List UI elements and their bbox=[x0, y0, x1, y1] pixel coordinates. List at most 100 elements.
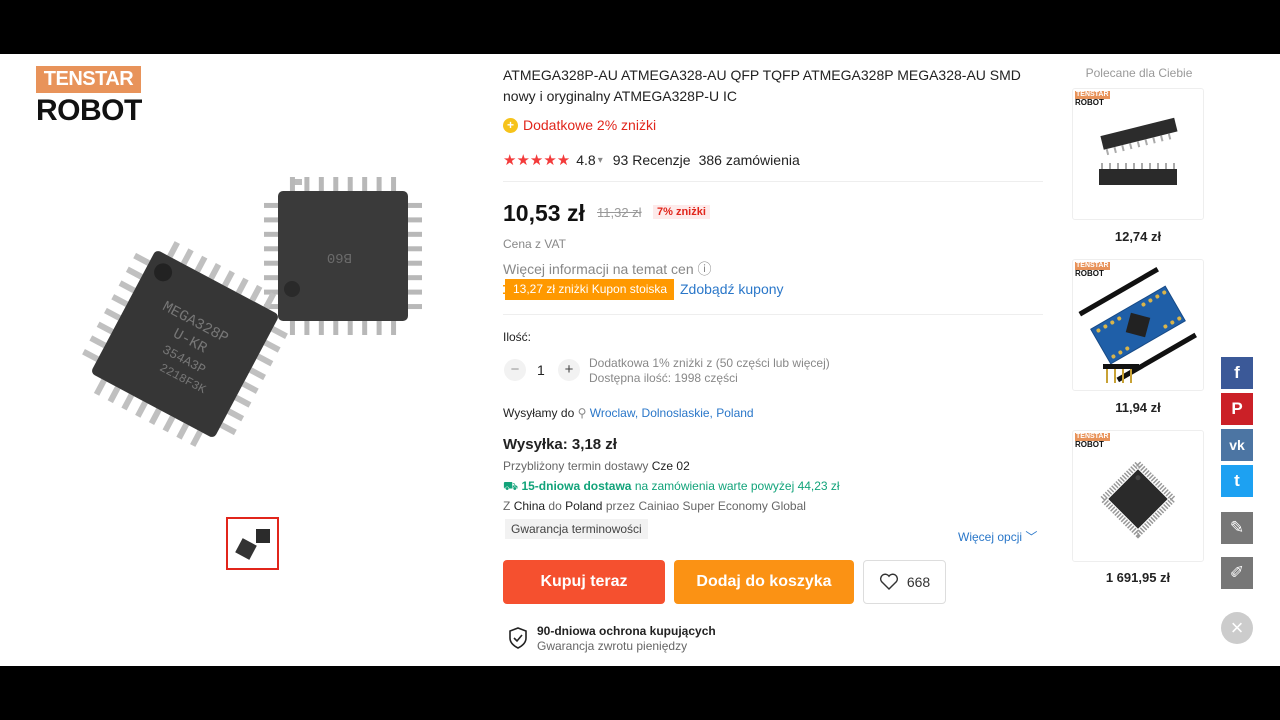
chip-back-mark: B60 bbox=[327, 249, 352, 265]
chip-pin bbox=[333, 321, 339, 335]
ship-to-label: Wysyłamy do bbox=[503, 406, 575, 420]
chevron-down-icon[interactable]: ▾ bbox=[598, 155, 603, 166]
quantity-info: Dodatkowa 1% zniżki z (50 części lub wię… bbox=[589, 356, 830, 386]
rating-score[interactable]: 4.8 bbox=[576, 152, 595, 168]
chip-pin bbox=[82, 349, 100, 362]
chip-pin bbox=[227, 408, 245, 422]
shipping-route: Z China do Poland przez Cainiao Super Ec… bbox=[503, 499, 806, 513]
divider bbox=[503, 181, 1043, 182]
chip-pin bbox=[194, 255, 208, 273]
logo-tenstar[interactable]: TENSTAR bbox=[36, 66, 141, 93]
chip-pin bbox=[180, 248, 194, 266]
chip-pin bbox=[408, 260, 422, 266]
store-coupon[interactable]: 13,27 zł zniżki Kupon stoiska bbox=[503, 279, 674, 300]
chip-pin bbox=[391, 321, 397, 335]
twitter-share-icon[interactable]: t bbox=[1221, 465, 1253, 497]
facebook-share-icon[interactable]: f bbox=[1221, 357, 1253, 389]
delivery-estimate: Przybliżony termin dostawy Cze 02 bbox=[503, 459, 690, 473]
plus-coin-icon: + bbox=[503, 117, 518, 133]
ship-location-link[interactable]: Wroclaw, Dolnoslaskie, Poland bbox=[590, 406, 754, 420]
price-info-link[interactable]: Więcej informacji na temat cen ⓘ bbox=[503, 259, 712, 279]
product-main-image[interactable]: B60 MEGA328P U-KR 354A3P 2218F3K bbox=[70, 109, 450, 449]
wishlist-button[interactable]: 668 bbox=[863, 560, 946, 604]
chip-pin bbox=[270, 326, 288, 339]
chip-pin bbox=[235, 277, 249, 295]
edit-icon[interactable]: ✎ bbox=[1221, 512, 1253, 544]
add-to-cart-button[interactable]: Dodaj do koszyka bbox=[674, 560, 854, 604]
chip-pin bbox=[121, 393, 135, 411]
close-icon[interactable]: × bbox=[1221, 612, 1253, 644]
chip-pin bbox=[96, 321, 114, 335]
rec-logo: TENSTAR ROBOT bbox=[1075, 433, 1110, 449]
chip-pin bbox=[249, 367, 266, 381]
chip-pin bbox=[408, 217, 422, 223]
thumbnail-1[interactable] bbox=[226, 517, 279, 570]
chip-pin bbox=[93, 378, 107, 396]
rec-image-qfp-chip bbox=[1098, 459, 1178, 539]
chip-pin bbox=[376, 321, 382, 335]
vat-note: Cena z VAT bbox=[503, 237, 566, 251]
chip-pin bbox=[264, 217, 278, 223]
shipping-cost: Wysyłka: 3,18 zł bbox=[503, 436, 617, 453]
more-options-link[interactable]: Więcej opcji ﹀ bbox=[958, 528, 1037, 545]
extra-discount[interactable]: + Dodatkowe 2% zniżki bbox=[503, 117, 656, 133]
pinterest-share-icon[interactable]: P bbox=[1221, 393, 1253, 425]
rec-image-dip-chips bbox=[1099, 117, 1178, 185]
chip-pin bbox=[289, 177, 295, 191]
chip-pin bbox=[408, 289, 422, 295]
heart-icon bbox=[879, 573, 898, 590]
recommended-price-2: 11,94 zł bbox=[1115, 400, 1161, 415]
get-coupons-link[interactable]: Zdobądź kupony bbox=[680, 279, 784, 300]
buy-now-button[interactable]: Kupuj teraz bbox=[503, 560, 665, 604]
ship-to: Wysyłamy do ⚲ Wroclaw, Dolnoslaskie, Pol… bbox=[503, 406, 754, 420]
recommended-item-1[interactable]: TENSTAR ROBOT bbox=[1072, 88, 1204, 220]
recommended-price-3: 1 691,95 zł bbox=[1105, 570, 1171, 585]
buyer-protection-title: 90-dniowa ochrona kupujących bbox=[537, 624, 716, 638]
product-page: TENSTAR ROBOT B60 MEGA328P U-KR 354A3P 2… bbox=[0, 54, 1280, 666]
product-title: ATMEGA328P-AU ATMEGA328-AU QFP TQFP ATME… bbox=[503, 67, 1021, 104]
guarantee-chip[interactable]: Gwarancja terminowości bbox=[505, 519, 648, 539]
chip-pin bbox=[256, 353, 274, 367]
chip-pin bbox=[148, 408, 162, 425]
chip-pin bbox=[162, 415, 176, 433]
chip-pin bbox=[264, 260, 278, 266]
recommended-item-2[interactable]: TENSTAR ROBOT bbox=[1072, 259, 1204, 391]
recommended-price-1: 12,74 zł bbox=[1114, 229, 1162, 244]
available-quantity: Dostępna ilość: 1998 części bbox=[589, 371, 738, 385]
bulk-discount-note: Dodatkowa 1% zniżki z (50 części lub wię… bbox=[589, 356, 830, 370]
chip-pin bbox=[408, 202, 422, 208]
route-from-label: Z bbox=[503, 499, 511, 513]
extra-discount-label: Dodatkowe 2% zniżki bbox=[523, 117, 657, 133]
quantity-decrease-button[interactable]: − bbox=[504, 359, 526, 381]
chip-pin bbox=[264, 275, 278, 281]
quantity-value[interactable]: 1 bbox=[537, 362, 545, 378]
chip-pin bbox=[304, 177, 310, 191]
chip-pin bbox=[133, 252, 151, 266]
shield-check-icon bbox=[509, 627, 527, 649]
chip-pin bbox=[362, 177, 368, 191]
route-destination: Poland bbox=[565, 499, 603, 513]
chip-pin bbox=[249, 284, 263, 302]
chip-pin bbox=[167, 241, 180, 259]
chip-pin bbox=[376, 177, 382, 191]
chip-pin bbox=[264, 202, 278, 208]
chip-pin bbox=[222, 270, 235, 288]
chip-pin bbox=[408, 246, 422, 252]
divider bbox=[503, 314, 1043, 315]
chip-pin bbox=[347, 177, 353, 191]
reviews-link[interactable]: 93 Recenzje bbox=[613, 152, 691, 168]
pencil-icon[interactable]: ✐ bbox=[1221, 557, 1253, 589]
chip-pin bbox=[304, 321, 310, 335]
chip-pin bbox=[219, 422, 237, 436]
quantity-increase-button[interactable]: + bbox=[558, 359, 580, 381]
vk-share-icon[interactable]: vk bbox=[1221, 429, 1253, 461]
recommended-item-3[interactable]: TENSTAR ROBOT bbox=[1072, 430, 1204, 562]
wishlist-count: 668 bbox=[906, 574, 931, 590]
chip-pin bbox=[176, 422, 190, 440]
chip-pin bbox=[408, 275, 422, 281]
truck-icon: ⛟ bbox=[503, 479, 519, 493]
chip-pin bbox=[347, 321, 353, 335]
rec-logo-bot: ROBOT bbox=[1075, 269, 1104, 278]
chip-pin bbox=[107, 386, 121, 404]
chip-pin bbox=[391, 177, 397, 191]
